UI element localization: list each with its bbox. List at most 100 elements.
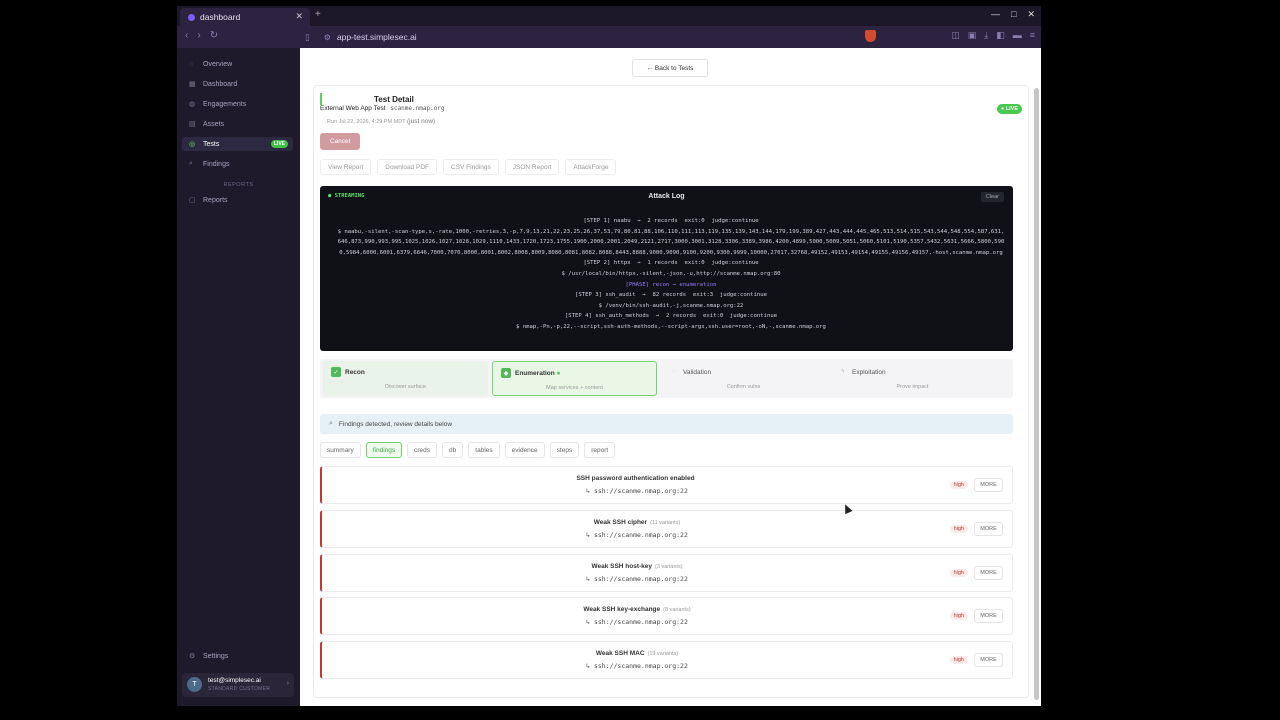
run-timestamp: Run Jul 22, 2026, 4:29 PM MDT [327,119,406,125]
download-pdf-button[interactable]: Download PDF [377,159,438,175]
sidebar-item-dashboard[interactable]: ▦ Dashboard [182,77,293,91]
log-line: [STEP 2] httpx → 1 records exit:0 judge:… [583,260,759,267]
finding-row[interactable]: SSH password authentication enabled ↳ ss… [320,466,1013,504]
finding-title: Weak SSH key-exchange [583,606,661,613]
more-button[interactable]: MORE [974,609,1003,623]
test-detail-card: Test Detail External Web App Test scanme… [313,85,1029,698]
finding-name: Weak SSH key-exchange (8 variants) [322,606,952,613]
phase-progress: ✓ Recon Discover surface ◆ Enumeration ●… [320,359,1013,398]
tab-steps[interactable]: steps [549,442,580,458]
tab-db[interactable]: db [442,442,464,458]
finding-row[interactable]: Weak SSH key-exchange (8 variants) ↳ ssh:… [320,597,1013,635]
sidebar-toggle-icon[interactable]: ◧ [996,30,1005,41]
severity-badge: high [949,612,968,620]
tab-report[interactable]: report [584,442,616,458]
reload-icon[interactable]: ↻ [210,30,218,41]
findings-tabs: summary findings creds db tables evidenc… [320,442,616,458]
log-line: [PHASE] recon → enumeration [625,281,717,288]
menu-icon[interactable]: ≡ [1030,30,1035,41]
phase-exploitation[interactable]: ϟ Exploitation Prove impact [830,361,995,396]
phase-name: Recon [345,369,365,376]
back-icon[interactable]: ‹ [185,30,188,41]
more-button[interactable]: MORE [974,566,1003,580]
close-window-icon[interactable]: ✕ [1027,9,1035,20]
tab-title: dashboard [200,12,241,22]
tab-creds[interactable]: creds [407,442,438,458]
vpn-icon[interactable]: ▬ [1013,30,1022,41]
minimize-icon[interactable]: — [991,9,1000,20]
check-icon: ✓ [331,367,341,377]
finding-variants: (19 variants) [647,651,679,657]
view-report-button[interactable]: View Report [320,159,372,175]
back-to-tests-button[interactable]: ← Back to Tests [632,59,708,77]
clear-log-button[interactable]: Clear [980,192,1004,202]
sidebar-item-reports[interactable]: ▢ Reports [182,193,293,207]
banner-text: Findings detected, review details below [338,420,453,428]
more-button[interactable]: MORE [974,653,1003,667]
finding-title: SSH password authentication enabled [576,475,695,482]
sidebar-item-findings[interactable]: ⌕ Findings [182,157,293,171]
gear-icon: ⚙ [189,653,196,660]
maximize-icon[interactable]: □ [1011,9,1016,20]
sidebar-item-overview[interactable]: ◌ Overview [182,57,293,71]
forward-icon[interactable]: › [197,30,200,41]
attack-log-title: Attack Log [648,193,685,200]
briefcase-icon: ◍ [189,101,196,108]
new-tab-icon[interactable]: + [315,9,321,20]
attackforge-button[interactable]: AttackForge [565,159,617,175]
more-button[interactable]: MORE [974,478,1003,492]
json-report-button[interactable]: JSON Report [504,159,560,175]
close-tab-icon[interactable]: ✕ [295,11,303,22]
tab-summary[interactable]: summary [320,442,361,458]
sidebar-section-reports: REPORTS [223,182,254,188]
browser-window: dashboard ✕ + — □ ✕ ‹ › ↻ ▯ ⚙ app-test.s… [177,6,1041,706]
search-icon: ⌕ [329,420,333,427]
site-info-icon[interactable]: ⚙ [324,33,331,42]
search-icon: ⌕ [189,160,193,167]
phase-recon[interactable]: ✓ Recon Discover surface [323,361,488,396]
finding-name: Weak SSH cipher (11 variants) [322,519,952,526]
sidebar-item-assets[interactable]: ▤ Assets [182,117,293,131]
csv-findings-button[interactable]: CSV Findings [443,159,499,175]
sidebar-item-settings[interactable]: ⚙ Settings [182,649,293,663]
shield-check-icon: ◆ [501,368,511,378]
tab-findings[interactable]: findings [365,442,403,458]
phase-desc: Map services + content [546,385,603,391]
sidebar-item-label: Overview [203,60,233,68]
log-line: $ /usr/local/bin/httpx,-silent,-json,-u,… [561,270,781,277]
finding-row[interactable]: Weak SSH host-key (3 variants) ↳ ssh://sc… [320,554,1013,592]
tab-evidence[interactable]: evidence [504,442,545,458]
url-text[interactable]: app-test.simplesec.ai [337,32,417,42]
chevron-right-icon: › [286,680,289,687]
finding-row[interactable]: Weak SSH cipher (11 variants) ↳ ssh://sca… [320,510,1013,548]
user-menu[interactable]: T test@simplesec.ai STANDARD CUSTOMER › [182,673,294,697]
url-bar[interactable]: ▯ ⚙ app-test.simplesec.ai [305,29,865,45]
sidebar-item-tests[interactable]: ◎ Tests LIVE [182,137,293,151]
sidebar: ◌ Overview ▦ Dashboard ◍ Engagements ▤ A… [177,48,300,706]
finding-name: SSH password authentication enabled [322,475,952,482]
page-title: Test Detail [374,95,414,104]
scrollbar[interactable] [1034,88,1039,700]
finding-title: Weak SSH MAC [595,650,645,657]
test-type: External Web App Test [320,105,386,112]
target-icon: ◎ [189,141,196,148]
download-icon[interactable]: ⤓ [984,30,988,41]
extensions-icon[interactable]: ◫ [951,30,960,41]
shield-icon[interactable] [865,30,876,42]
more-button[interactable]: MORE [974,522,1003,536]
phase-desc: Discover surface [385,384,426,390]
wallet-icon[interactable]: ▣ [968,30,977,41]
sidebar-item-label: Dashboard [203,80,238,88]
sidebar-item-engagements[interactable]: ◍ Engagements [182,97,293,111]
sidebar-item-label: Findings [203,160,230,168]
phase-validation[interactable]: ◌ Validation Confirm vulns [661,361,826,396]
browser-tab[interactable]: dashboard ✕ [180,8,310,26]
phase-name: Enumeration ● [515,370,560,377]
finding-target: ↳ ssh://scanme.nmap.org:22 [586,618,688,626]
phase-desc: Prove impact [896,384,929,390]
tab-tables[interactable]: tables [468,442,500,458]
finding-row[interactable]: Weak SSH MAC (19 variants) ↳ ssh://scanme… [320,641,1013,679]
phase-enumeration[interactable]: ◆ Enumeration ● Map services + content [492,361,657,396]
cancel-button[interactable]: Cancel [320,133,360,150]
bookmark-icon[interactable]: ▯ [305,32,310,43]
